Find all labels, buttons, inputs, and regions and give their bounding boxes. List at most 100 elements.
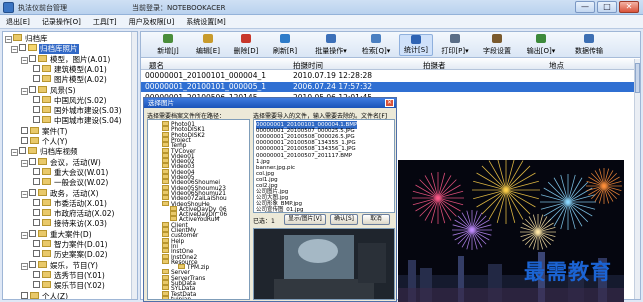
- expand-toggle-icon[interactable]: −: [21, 159, 28, 167]
- minimize-button[interactable]: —: [575, 1, 595, 13]
- toolbar-button-batch[interactable]: 批量操作▾: [309, 34, 353, 56]
- expand-toggle-icon[interactable]: −: [21, 56, 28, 64]
- tree-item[interactable]: 智力案件(D.01): [33, 240, 109, 250]
- tree-checkbox[interactable]: [19, 147, 26, 155]
- expand-toggle-icon[interactable]: −: [5, 36, 12, 43]
- tree-checkbox[interactable]: [33, 219, 40, 227]
- toolbar-button-fields[interactable]: 字段设置: [477, 34, 517, 56]
- tree-item[interactable]: 一般会议(W.02): [33, 178, 109, 188]
- tree-checkbox[interactable]: [33, 270, 40, 278]
- tree-item[interactable]: 案件(T): [21, 126, 68, 137]
- file-item[interactable]: 公司宣传图_01.jpg: [256, 206, 304, 212]
- folder-node[interactable]: tuipian: [162, 295, 191, 299]
- toolbar-button-transfer[interactable]: 数据传输: [565, 34, 613, 56]
- tree-item[interactable]: 国外城市建设(S.03): [33, 106, 123, 116]
- chevron-down-icon[interactable]: ▾: [465, 47, 469, 55]
- toolbar-button-refresh[interactable]: 刷新[R]: [267, 34, 303, 56]
- table-row[interactable]: 00000001_20100101_000004_1 2010.07.19 12:…: [141, 71, 640, 81]
- maximize-button[interactable]: □: [597, 1, 617, 13]
- menu-exit[interactable]: 退出[E]: [0, 15, 36, 28]
- menu-settings[interactable]: 系统设置[M]: [180, 15, 232, 28]
- toolbar-button-search[interactable]: 检索[Q]▾: [357, 34, 395, 56]
- tree-item[interactable]: − 模型，图片(A.01): [21, 54, 111, 65]
- tree-checkbox[interactable]: [33, 178, 40, 186]
- tree-checkbox[interactable]: [21, 291, 28, 299]
- dialog-close-button[interactable]: ✕: [385, 99, 394, 107]
- tree-item[interactable]: − 重大案件(D): [21, 229, 93, 240]
- tree-checkbox[interactable]: [19, 44, 26, 52]
- tree-item[interactable]: 中国城市建设(S.04): [33, 116, 123, 126]
- chevron-down-icon[interactable]: ▾: [343, 47, 347, 55]
- toolbar-button-export[interactable]: 输出[O]▾: [521, 34, 561, 56]
- tree-checkbox[interactable]: [29, 229, 36, 237]
- records-grid[interactable]: 题名 拍摄时间 拍摄者 地点 00000001_20100101_000004_…: [141, 59, 640, 102]
- tree-item[interactable]: 娱乐节目(Y.02): [33, 281, 106, 291]
- tree-item[interactable]: 个人(Y): [21, 137, 68, 147]
- tree-item[interactable]: 接待来访(X.03): [33, 219, 108, 229]
- tree-item[interactable]: − 会议，活动(W): [21, 157, 102, 168]
- tree-checkbox[interactable]: [33, 240, 40, 247]
- menu-tools[interactable]: 工具[T]: [87, 15, 123, 28]
- column-title[interactable]: 题名: [149, 60, 164, 71]
- preview-button[interactable]: 显示/图片[V]: [284, 214, 326, 225]
- close-button[interactable]: ✕: [619, 1, 639, 13]
- toolbar-button-stats[interactable]: 统计[S]: [399, 34, 433, 56]
- ok-button[interactable]: 确认[S]: [330, 214, 358, 225]
- column-time[interactable]: 拍摄时间: [293, 60, 323, 71]
- tree-item[interactable]: − 娱乐，节目(Y): [21, 260, 99, 271]
- table-row[interactable]: 00000001_20100101_000005_1 2006.07.24 17:…: [141, 82, 640, 92]
- tree-checkbox[interactable]: [29, 85, 36, 93]
- tree-item[interactable]: 个人(Z): [21, 291, 69, 299]
- tree-checkbox[interactable]: [33, 198, 40, 206]
- cancel-button[interactable]: 取消: [362, 214, 390, 225]
- tree-checkbox[interactable]: [29, 188, 36, 196]
- tree-checkbox[interactable]: [29, 260, 36, 268]
- expand-toggle-icon[interactable]: −: [21, 231, 28, 239]
- chevron-down-icon[interactable]: ▾: [387, 47, 391, 55]
- tree-item[interactable]: − 归档库: [5, 34, 49, 44]
- tree-checkbox[interactable]: [33, 167, 40, 175]
- expand-toggle-icon[interactable]: −: [11, 149, 18, 157]
- archive-tree[interactable]: − 归档库 − 归档库照片 − 模型，图片(A.01) 建筑模型(A.01) 图片模型(A.0…: [2, 31, 138, 300]
- tree-item[interactable]: − 政务，活动(X): [21, 188, 100, 199]
- tree-item[interactable]: − 风景(S): [21, 85, 77, 96]
- tree-scrollbar[interactable]: [131, 32, 137, 299]
- tree-checkbox[interactable]: [33, 106, 40, 114]
- tree-item[interactable]: 建筑模型(A.01): [33, 64, 108, 75]
- file-item[interactable]: 00000001_20100507_201117.BMP: [256, 152, 352, 160]
- tree-checkbox[interactable]: [33, 116, 40, 124]
- folder-tree[interactable]: Photo01 PhotoDISK1 PhotoDISK2 Project Temp TV…: [147, 119, 250, 300]
- expand-toggle-icon[interactable]: −: [21, 190, 28, 198]
- chevron-down-icon[interactable]: ▾: [552, 47, 556, 55]
- tree-checkbox[interactable]: [33, 75, 40, 83]
- file-list[interactable]: 00000001_20100101_000004.1.BMP 00000001_2…: [253, 119, 395, 213]
- tree-item[interactable]: 市委活动(X.01): [33, 198, 108, 209]
- main-scroll-thumb[interactable]: [635, 63, 640, 93]
- toolbar-button-delete[interactable]: 删除[D]: [229, 34, 263, 56]
- tree-item[interactable]: 图片模型(A.02): [33, 75, 108, 85]
- tree-item[interactable]: 市政府活动(X.02): [33, 209, 115, 219]
- tree-item[interactable]: − 归档库视频: [11, 147, 79, 157]
- tree-checkbox[interactable]: [33, 95, 40, 103]
- column-shooter[interactable]: 拍摄者: [423, 60, 446, 71]
- tree-item[interactable]: − 归档库照片: [11, 44, 79, 55]
- expand-toggle-icon[interactable]: −: [21, 262, 28, 270]
- tree-item[interactable]: 历史案案(D.02): [33, 250, 109, 260]
- tree-checkbox[interactable]: [33, 209, 40, 217]
- tree-item[interactable]: 选秀节目(Y.01): [33, 270, 106, 281]
- tree-checkbox[interactable]: [29, 157, 36, 165]
- toolbar-button-edit[interactable]: 编辑[E]: [191, 34, 225, 56]
- tree-item[interactable]: 重大会议(W.01): [33, 167, 109, 178]
- tree-checkbox[interactable]: [29, 54, 36, 62]
- expand-toggle-icon[interactable]: −: [21, 87, 28, 95]
- tree-checkbox[interactable]: [33, 64, 40, 72]
- expand-toggle-icon[interactable]: −: [11, 46, 18, 54]
- tree-item[interactable]: 中国风光(S.02): [33, 95, 108, 106]
- menu-record[interactable]: 记录操作[O]: [36, 15, 87, 28]
- tree-checkbox[interactable]: [33, 281, 40, 289]
- main-scrollbar[interactable]: [634, 59, 640, 299]
- tree-checkbox[interactable]: [21, 137, 28, 144]
- tree-checkbox[interactable]: [33, 250, 40, 258]
- tree-checkbox[interactable]: [21, 126, 28, 134]
- menu-users[interactable]: 用户及权限[U]: [123, 15, 181, 28]
